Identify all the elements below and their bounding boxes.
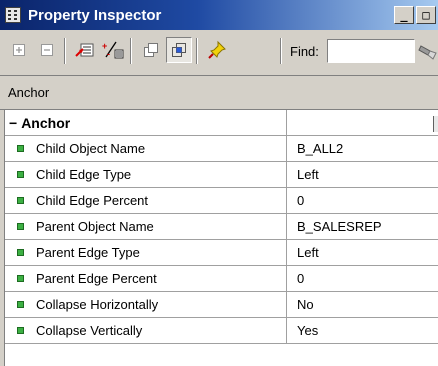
toolbar-separator	[130, 38, 132, 64]
expand-all-icon[interactable]	[6, 37, 32, 63]
flashlight-icon[interactable]	[418, 40, 438, 62]
localize-icon[interactable]	[72, 37, 98, 63]
svg-text:-: -	[107, 49, 110, 59]
property-bullet-icon	[17, 223, 24, 230]
property-row[interactable]: Child Edge Type Left	[5, 162, 438, 188]
property-row[interactable]: Parent Object Name B_SALESREP	[5, 214, 438, 240]
toolbar-separator	[196, 38, 198, 64]
window-title: Property Inspector	[28, 6, 162, 24]
property-value[interactable]: Left	[297, 167, 319, 182]
breadcrumb: Anchor	[0, 76, 438, 110]
toolbar-separator	[64, 38, 66, 64]
property-value[interactable]: Yes	[297, 323, 318, 338]
find-input[interactable]	[327, 39, 415, 63]
union-icon[interactable]	[138, 37, 164, 63]
property-value[interactable]: 0	[297, 193, 304, 208]
property-bullet-icon	[17, 145, 24, 152]
property-bullet-icon	[17, 301, 24, 308]
title-bar[interactable]: Property Inspector _ □	[0, 0, 438, 30]
toolbar: + - Find:	[0, 30, 438, 76]
collapse-all-icon[interactable]	[34, 37, 60, 63]
property-value[interactable]: B_SALESREP	[297, 219, 382, 234]
freeze-pin-icon[interactable]	[204, 37, 230, 63]
group-header-anchor[interactable]: − Anchor	[5, 110, 438, 136]
property-row[interactable]: Parent Edge Type Left	[5, 240, 438, 266]
property-name: Parent Edge Type	[36, 245, 140, 260]
property-bullet-icon	[17, 171, 24, 178]
property-grid: − Anchor Child Object Name B_ALL2 Child …	[4, 110, 438, 366]
collapse-icon[interactable]: −	[9, 115, 17, 131]
property-value[interactable]: Left	[297, 245, 319, 260]
property-row[interactable]: Child Edge Percent 0	[5, 188, 438, 214]
property-name: Parent Edge Percent	[36, 271, 157, 286]
property-row[interactable]: Parent Edge Percent 0	[5, 266, 438, 292]
minimize-button[interactable]: _	[394, 6, 414, 24]
property-name: Child Edge Percent	[36, 193, 149, 208]
property-bullet-icon	[17, 197, 24, 204]
scrollbar-stub[interactable]	[433, 116, 438, 132]
group-label: Anchor	[21, 114, 71, 131]
property-name: Parent Object Name	[36, 219, 154, 234]
find-label: Find:	[290, 44, 319, 59]
property-bullet-icon	[17, 275, 24, 282]
property-value[interactable]: 0	[297, 271, 304, 286]
restore-button[interactable]: □	[416, 6, 436, 24]
property-name: Child Object Name	[36, 141, 146, 156]
property-row[interactable]: Collapse Vertically Yes	[5, 318, 438, 344]
property-name: Collapse Vertically	[36, 323, 143, 338]
toolbar-separator	[280, 38, 282, 64]
property-bullet-icon	[17, 249, 24, 256]
property-value[interactable]: No	[297, 297, 314, 312]
property-bullet-icon	[17, 327, 24, 334]
sort-icon[interactable]: + -	[100, 37, 126, 63]
property-name: Child Edge Type	[36, 167, 132, 182]
intersection-icon[interactable]	[166, 37, 192, 63]
property-value[interactable]: B_ALL2	[297, 141, 343, 156]
property-row[interactable]: Child Object Name B_ALL2	[5, 136, 438, 162]
property-row[interactable]: Collapse Horizontally No	[5, 292, 438, 318]
window-app-icon	[5, 7, 21, 23]
property-name: Collapse Horizontally	[36, 297, 159, 312]
